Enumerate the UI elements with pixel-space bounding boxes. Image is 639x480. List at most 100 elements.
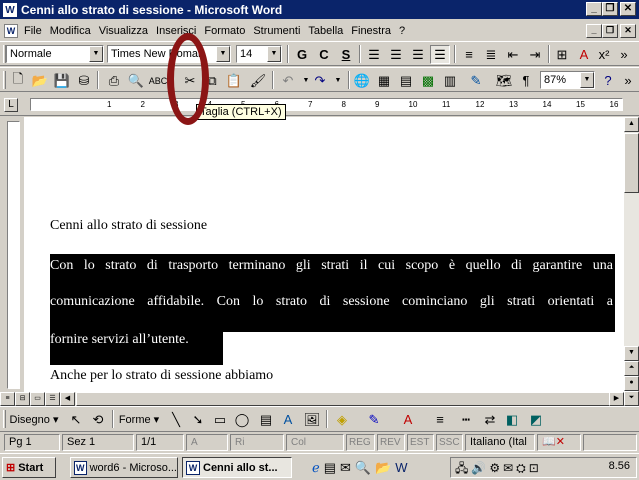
network-icon[interactable]: 🖧 bbox=[455, 461, 471, 475]
doc-minimize-button[interactable]: _ bbox=[586, 24, 602, 38]
fill-color-icon[interactable]: ◈ bbox=[332, 410, 352, 429]
scroll-left-button[interactable]: ◀ bbox=[60, 392, 75, 406]
arrow-icon[interactable]: ➘ bbox=[188, 410, 208, 429]
text-box-icon[interactable]: ▤ bbox=[256, 410, 276, 429]
align-right-icon[interactable]: ☰ bbox=[408, 45, 428, 64]
status-rec[interactable]: REG bbox=[346, 434, 375, 451]
dash-style-icon[interactable]: ┅ bbox=[456, 410, 476, 429]
toolbar-grip[interactable] bbox=[3, 71, 6, 89]
print-icon[interactable]: ⎙ bbox=[104, 71, 124, 90]
paragraph-line[interactable]: comunicazione affidabile. Con lo strato … bbox=[50, 294, 613, 310]
redo-icon[interactable]: ↷ bbox=[310, 71, 330, 90]
3d-icon[interactable]: ◩ bbox=[526, 410, 546, 429]
vertical-scrollbar[interactable]: ▲ ▼ ⏶ ● ⏷ bbox=[624, 117, 639, 406]
chevron-down-icon[interactable]: ▼ bbox=[267, 46, 281, 62]
restore-button[interactable]: ❐ bbox=[602, 2, 618, 16]
wordart-icon[interactable]: A bbox=[278, 410, 298, 429]
next-page-button[interactable]: ⏷ bbox=[624, 391, 639, 406]
document-map-icon[interactable]: 🗺 bbox=[494, 71, 514, 90]
status-language[interactable]: Italiano (Ital bbox=[465, 434, 535, 451]
menu-help[interactable]: ? bbox=[395, 25, 409, 37]
desktop-icon[interactable]: ▤ bbox=[324, 460, 340, 475]
paragraph-line[interactable]: fornire servizi all’utente. bbox=[50, 332, 189, 348]
increase-indent-icon[interactable]: ⇥ bbox=[525, 45, 545, 64]
help-icon[interactable]: ? bbox=[598, 71, 618, 90]
document-heading[interactable]: Cenni allo strato di sessione bbox=[50, 218, 207, 234]
toolbar-grip[interactable] bbox=[3, 410, 6, 428]
tray-app-icon[interactable]: ⚙ bbox=[489, 461, 503, 475]
clip-art-icon[interactable]: 🖼 bbox=[302, 410, 322, 429]
menu-tabella[interactable]: Tabella bbox=[304, 25, 347, 37]
clock[interactable]: 8.56 bbox=[609, 460, 630, 472]
undo-icon[interactable]: ↶ bbox=[278, 71, 298, 90]
menu-modifica[interactable]: Modifica bbox=[46, 25, 95, 37]
more-buttons-icon[interactable]: » bbox=[614, 45, 634, 64]
doc-restore-button[interactable]: ❐ bbox=[602, 24, 618, 38]
font-color-icon[interactable]: A bbox=[574, 45, 594, 64]
doc-close-button[interactable]: ✕ bbox=[620, 24, 636, 38]
scroll-up-button[interactable]: ▲ bbox=[624, 117, 639, 132]
start-button[interactable]: ⊞ Start bbox=[2, 457, 56, 478]
align-left-icon[interactable]: ☰ bbox=[364, 45, 384, 64]
hyperlink-icon[interactable]: 🌐 bbox=[352, 71, 372, 90]
scroll-thumb[interactable] bbox=[624, 133, 639, 193]
tab-selector[interactable]: L bbox=[4, 98, 18, 112]
align-center-icon[interactable]: ☰ bbox=[386, 45, 406, 64]
line-icon[interactable]: ╲ bbox=[166, 410, 186, 429]
chevron-down-icon[interactable]: ▼ bbox=[216, 46, 230, 62]
bold-button[interactable]: G bbox=[292, 45, 312, 64]
status-ovr[interactable]: SSC bbox=[436, 434, 463, 451]
superscript-icon[interactable]: x² bbox=[594, 45, 614, 64]
browse-object-button[interactable]: ● bbox=[624, 376, 639, 391]
line-style-icon[interactable]: ≡ bbox=[430, 410, 450, 429]
tray-app-icon[interactable]: ⛭ bbox=[516, 461, 529, 475]
ruler-strip[interactable]: 12345678910111213141516 bbox=[30, 98, 623, 111]
scroll-thumb[interactable] bbox=[76, 392, 616, 406]
insert-table-icon[interactable]: ▤ bbox=[396, 71, 416, 90]
columns-icon[interactable]: ▥ bbox=[440, 71, 460, 90]
borders-icon[interactable]: ⊞ bbox=[552, 45, 572, 64]
ie-icon[interactable]: ℯ bbox=[312, 460, 324, 475]
paragraph-line[interactable]: Con lo strato di trasporto terminano gli… bbox=[50, 258, 613, 274]
chevron-down-icon[interactable]: ▼ bbox=[89, 46, 103, 62]
paste-icon[interactable]: 📋 bbox=[224, 71, 244, 90]
underline-button[interactable]: S bbox=[336, 45, 356, 64]
volume-icon[interactable]: 🔊 bbox=[471, 461, 489, 475]
status-rev[interactable]: REV bbox=[377, 434, 405, 451]
menu-visualizza[interactable]: Visualizza bbox=[95, 25, 152, 37]
close-button[interactable]: ✕ bbox=[620, 2, 636, 16]
menu-strumenti[interactable]: Strumenti bbox=[249, 25, 304, 37]
outlook-icon[interactable]: ✉ bbox=[340, 460, 355, 475]
line-color-icon[interactable]: ✎ bbox=[364, 410, 384, 429]
horizontal-scrollbar[interactable]: ≡ ⊟ ▭ ☰ ◀ ▶ bbox=[0, 392, 624, 406]
document-page[interactable]: Cenni allo strato di sessione Con lo str… bbox=[24, 117, 624, 392]
drawing-icon[interactable]: ✎ bbox=[466, 71, 486, 90]
outline-view-button[interactable]: ☰ bbox=[45, 392, 60, 406]
show-hide-pilcrow-icon[interactable]: ¶ bbox=[516, 71, 536, 90]
arrow-style-icon[interactable]: ⇄ bbox=[480, 410, 500, 429]
minimize-button[interactable]: _ bbox=[586, 2, 602, 16]
task-button-cenni[interactable]: W Cenni allo st... bbox=[182, 457, 292, 478]
autoshapes-button[interactable]: Forme ▾ bbox=[116, 410, 162, 429]
spelling-icon[interactable]: ABC bbox=[148, 71, 168, 90]
zoom-select[interactable]: 87% ▼ bbox=[540, 71, 595, 89]
free-rotate-icon[interactable]: ⟲ bbox=[88, 410, 108, 429]
italic-button[interactable]: C bbox=[314, 45, 334, 64]
draw-menu-button[interactable]: Disegno ▾ bbox=[8, 410, 60, 429]
scroll-down-button[interactable]: ▼ bbox=[624, 346, 639, 361]
bullets-icon[interactable]: ≣ bbox=[481, 45, 501, 64]
menu-finestra[interactable]: Finestra bbox=[347, 25, 395, 37]
search-icon[interactable]: 🔍 bbox=[355, 460, 375, 475]
save-icon[interactable]: 💾 bbox=[52, 71, 72, 90]
oval-icon[interactable]: ◯ bbox=[232, 410, 252, 429]
menu-formato[interactable]: Formato bbox=[200, 25, 249, 37]
open-folder-icon[interactable]: 📂 bbox=[30, 71, 50, 90]
font-size-select[interactable]: 14 ▼ bbox=[236, 45, 282, 63]
menu-file[interactable]: File bbox=[20, 25, 46, 37]
numbering-icon[interactable]: ≡ bbox=[459, 45, 479, 64]
decrease-indent-icon[interactable]: ⇤ bbox=[503, 45, 523, 64]
tables-borders-icon[interactable]: ▦ bbox=[374, 71, 394, 90]
font-color-icon[interactable]: A bbox=[398, 410, 418, 429]
folder-icon[interactable]: 📂 bbox=[375, 460, 395, 475]
word-icon[interactable]: W bbox=[395, 460, 411, 475]
